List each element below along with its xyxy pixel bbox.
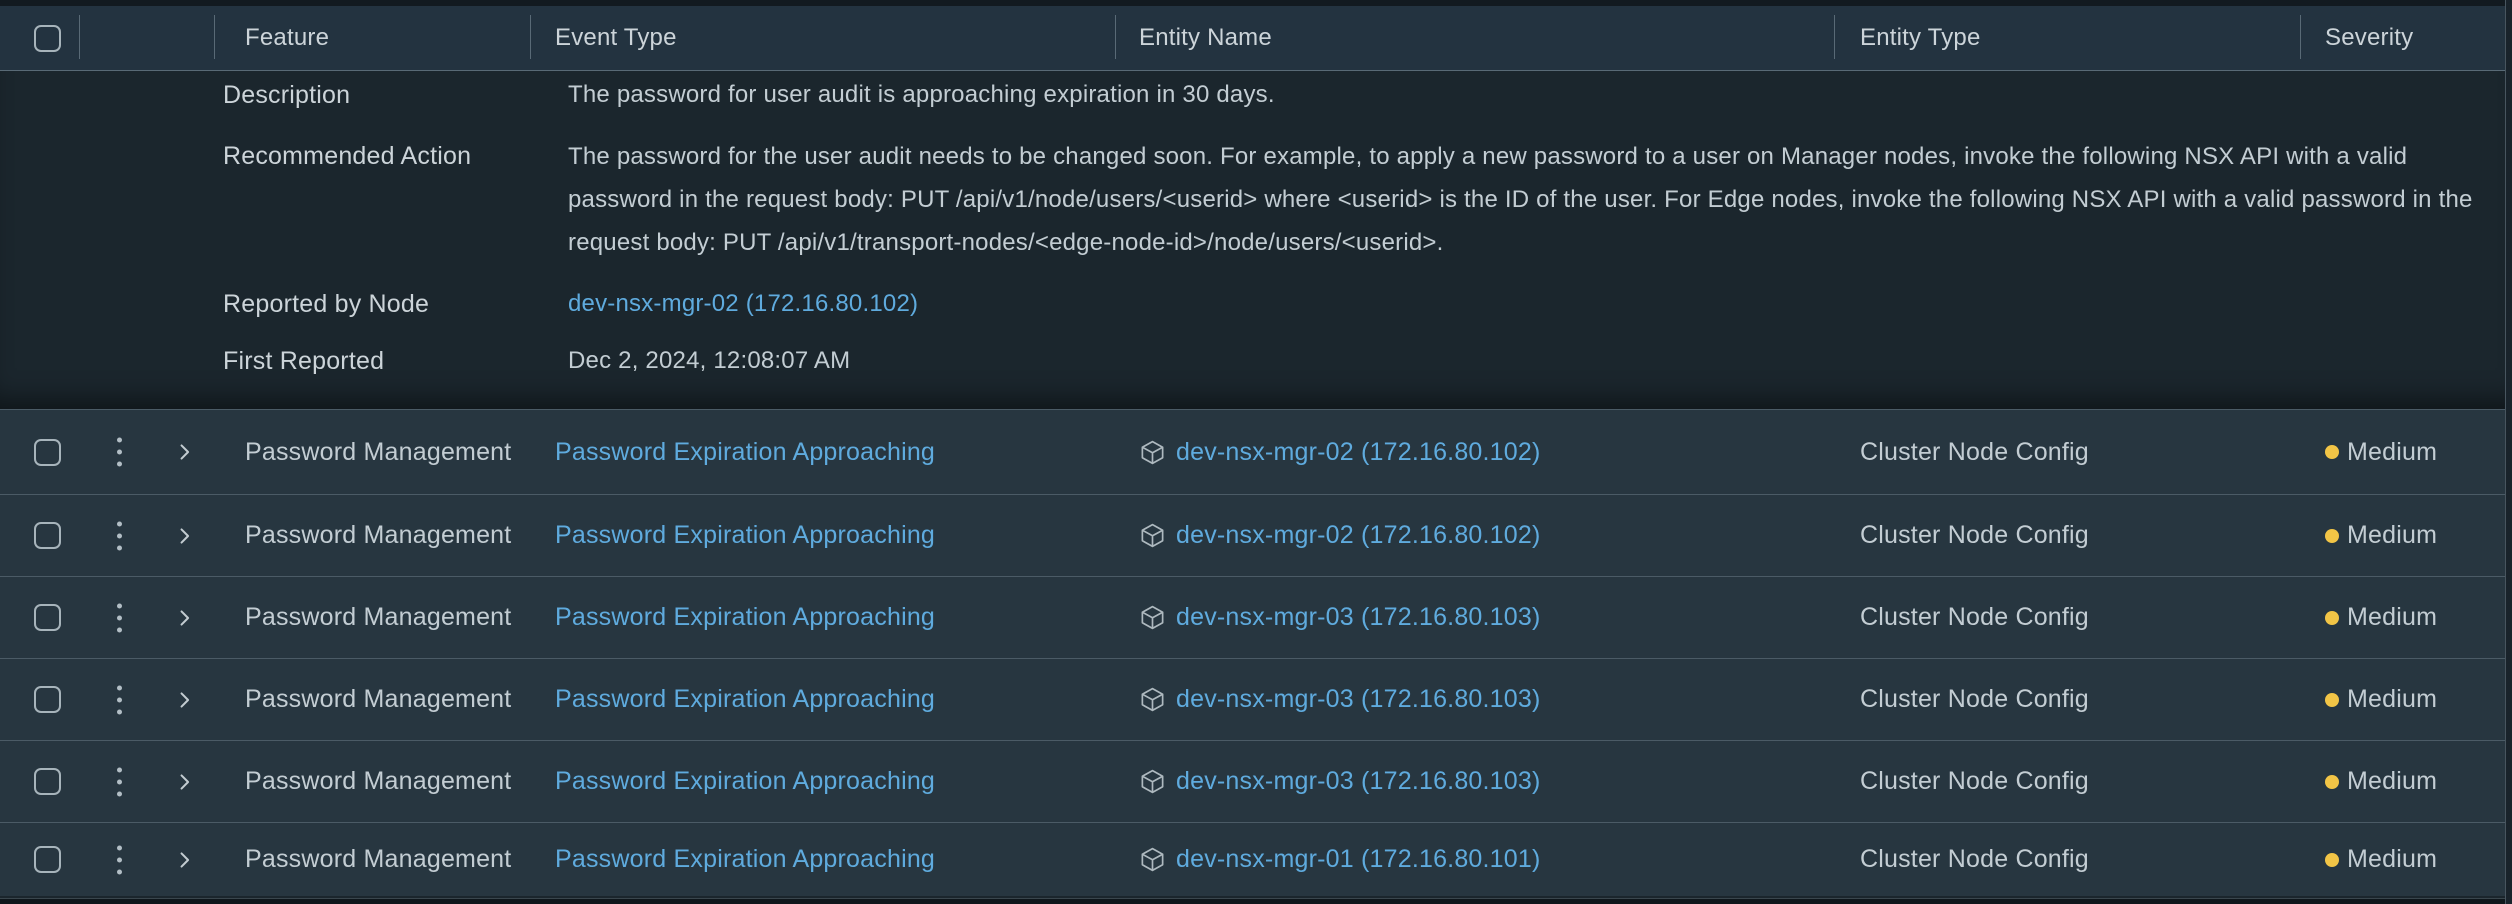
entity-type-cell: Cluster Node Config — [1834, 521, 2300, 550]
cube-icon — [1139, 768, 1166, 795]
column-header-entity-name[interactable]: Entity Name — [1115, 6, 1834, 70]
header-icons-cell — [79, 6, 214, 70]
severity-label: Medium — [2347, 845, 2437, 874]
cube-icon — [1139, 522, 1166, 549]
row-checkbox[interactable] — [34, 768, 61, 795]
feature-cell: Password Management — [214, 767, 530, 796]
severity-label: Medium — [2347, 685, 2437, 714]
first-reported-label: First Reported — [223, 345, 568, 377]
severity-dot-medium — [2325, 445, 2339, 459]
event-type-link[interactable]: Password Expiration Approaching — [555, 767, 935, 796]
severity-label: Medium — [2347, 603, 2437, 632]
event-type-link[interactable]: Password Expiration Approaching — [555, 603, 935, 632]
alarm-detail-panel: Description The password for user audit … — [0, 71, 2512, 409]
select-all-checkbox[interactable] — [34, 25, 61, 52]
severity-dot-medium — [2325, 853, 2339, 867]
severity-label: Medium — [2347, 767, 2437, 796]
row-menu-kebab-icon[interactable] — [113, 763, 126, 800]
feature-cell: Password Management — [214, 521, 530, 550]
row-checkbox[interactable] — [34, 604, 61, 631]
entity-name-link[interactable]: dev-nsx-mgr-02 (172.16.80.102) — [1176, 438, 1541, 467]
severity-dot-medium — [2325, 775, 2339, 789]
chevron-right-icon[interactable] — [175, 772, 194, 791]
entity-name-link[interactable]: dev-nsx-mgr-03 (172.16.80.103) — [1176, 603, 1541, 632]
severity-dot-medium — [2325, 611, 2339, 625]
entity-name-link[interactable]: dev-nsx-mgr-01 (172.16.80.101) — [1176, 845, 1541, 874]
column-header-event-type[interactable]: Event Type — [530, 6, 1115, 70]
event-type-link[interactable]: Password Expiration Approaching — [555, 685, 935, 714]
severity-label: Medium — [2347, 438, 2437, 467]
cube-icon — [1139, 686, 1166, 713]
reported-by-node-label: Reported by Node — [223, 288, 568, 320]
entity-name-link[interactable]: dev-nsx-mgr-03 (172.16.80.103) — [1176, 767, 1541, 796]
reported-by-node-link[interactable]: dev-nsx-mgr-02 (172.16.80.102) — [568, 290, 918, 317]
row-menu-kebab-icon[interactable] — [113, 517, 126, 554]
first-reported-value: Dec 2, 2024, 12:08:07 AM — [568, 345, 2498, 377]
row-menu-kebab-icon[interactable] — [113, 599, 126, 636]
recommended-action-label: Recommended Action — [223, 135, 568, 178]
severity-label: Medium — [2347, 521, 2437, 550]
severity-dot-medium — [2325, 693, 2339, 707]
column-header-severity[interactable]: Severity — [2300, 6, 2512, 70]
scrollbar-track[interactable] — [2505, 0, 2512, 904]
event-type-link[interactable]: Password Expiration Approaching — [555, 845, 935, 874]
row-checkbox[interactable] — [34, 522, 61, 549]
severity-dot-medium — [2325, 529, 2339, 543]
table-row: Password Management Password Expiration … — [0, 409, 2512, 494]
description-label: Description — [223, 79, 568, 111]
entity-type-cell: Cluster Node Config — [1834, 767, 2300, 796]
column-header-entity-type[interactable]: Entity Type — [1834, 6, 2300, 70]
feature-cell: Password Management — [214, 845, 530, 874]
recommended-action-value: The password for the user audit needs to… — [568, 135, 2498, 264]
feature-cell: Password Management — [214, 685, 530, 714]
description-value: The password for user audit is approachi… — [568, 79, 2498, 111]
cube-icon — [1139, 604, 1166, 631]
cube-icon — [1139, 846, 1166, 873]
row-checkbox[interactable] — [34, 846, 61, 873]
table-row: Password Management Password Expiration … — [0, 658, 2512, 740]
chevron-right-icon[interactable] — [175, 443, 194, 462]
row-checkbox[interactable] — [34, 439, 61, 466]
row-menu-kebab-icon[interactable] — [113, 681, 126, 718]
row-checkbox[interactable] — [34, 686, 61, 713]
header-checkbox-cell — [0, 6, 79, 70]
entity-name-link[interactable]: dev-nsx-mgr-02 (172.16.80.102) — [1176, 521, 1541, 550]
event-type-link[interactable]: Password Expiration Approaching — [555, 521, 935, 550]
row-menu-kebab-icon[interactable] — [113, 434, 126, 471]
entity-type-cell: Cluster Node Config — [1834, 603, 2300, 632]
bottom-edge-strip — [0, 898, 2512, 904]
chevron-right-icon[interactable] — [175, 690, 194, 709]
entity-type-cell: Cluster Node Config — [1834, 845, 2300, 874]
entity-type-cell: Cluster Node Config — [1834, 438, 2300, 467]
cube-icon — [1139, 439, 1166, 466]
table-row: Password Management Password Expiration … — [0, 822, 2512, 896]
event-type-link[interactable]: Password Expiration Approaching — [555, 438, 935, 467]
entity-type-cell: Cluster Node Config — [1834, 685, 2300, 714]
column-header-feature[interactable]: Feature — [214, 6, 530, 70]
table-row: Password Management Password Expiration … — [0, 576, 2512, 658]
feature-cell: Password Management — [214, 438, 530, 467]
chevron-right-icon[interactable] — [175, 526, 194, 545]
table-row: Password Management Password Expiration … — [0, 740, 2512, 822]
table-header: Feature Event Type Entity Name Entity Ty… — [0, 6, 2512, 71]
feature-cell: Password Management — [214, 603, 530, 632]
chevron-right-icon[interactable] — [175, 608, 194, 627]
table-row: Password Management Password Expiration … — [0, 494, 2512, 576]
entity-name-link[interactable]: dev-nsx-mgr-03 (172.16.80.103) — [1176, 685, 1541, 714]
chevron-right-icon[interactable] — [175, 850, 194, 869]
row-menu-kebab-icon[interactable] — [113, 841, 126, 878]
